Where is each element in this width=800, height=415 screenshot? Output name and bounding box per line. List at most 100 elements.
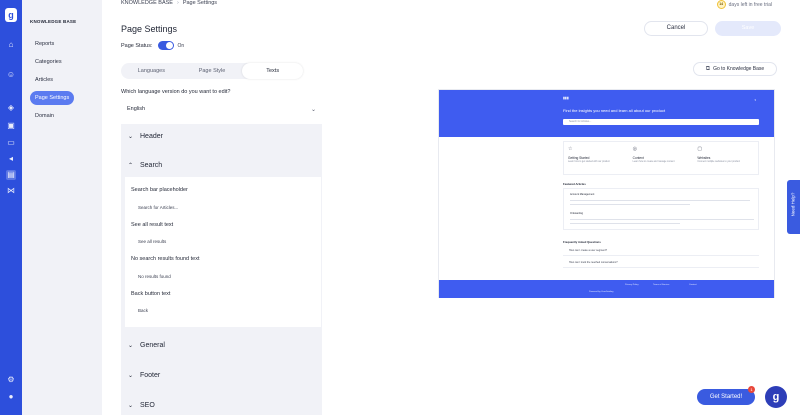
go-to-knowledge-base-button[interactable]: ⧉ Go to Knowledge Base (693, 62, 777, 76)
integrations-icon[interactable]: ⋈ (6, 186, 16, 196)
sidebar-item-reports[interactable]: Reports (30, 37, 59, 51)
preview-card: ▢ Websites Connect multiple websites to … (693, 142, 758, 174)
preview-faq-question: How can I create a user segment? (569, 249, 608, 252)
chevron-down-icon: ⌄ (128, 372, 134, 379)
see-all-label: See all result text (131, 222, 174, 228)
get-started-button[interactable]: Get Started! (697, 389, 755, 405)
back-button-input[interactable]: Back (138, 308, 148, 313)
no-results-input[interactable]: No results found (138, 274, 171, 279)
chevron-up-icon: ⌃ (128, 162, 134, 169)
preview-text-line (570, 219, 754, 220)
preview-card-desc: Learn how to get started with our produc… (568, 161, 610, 163)
preview-faq-item: How can I create a user segment? (563, 246, 759, 256)
preview-footer: Privacy Policy Terms of Service Contact … (439, 280, 774, 298)
user-icon[interactable]: ☺ (6, 70, 16, 80)
breadcrumb-root[interactable]: KNOWLEDGE BASE (121, 0, 173, 6)
section-footer-title: Footer (140, 371, 161, 379)
announcement-icon[interactable]: ◂ (6, 154, 16, 164)
sidebar-item-categories[interactable]: Categories (30, 55, 67, 69)
breadcrumb-separator: › (176, 0, 179, 6)
preview-featured-title: Featured Articles (563, 182, 586, 186)
tab-page-style[interactable]: Page Style (182, 63, 243, 79)
preview-search-bar: Search for Articles... (563, 119, 759, 125)
preview-featured-articles: Account Management Onboarding (563, 188, 759, 230)
assistant-launcher-icon[interactable]: g (765, 386, 787, 408)
preview-card-desc: Learn how to create and manage content (632, 161, 675, 163)
icon-rail: g ⌂ ☺ ◈ ▣ ▭ ◂ ▤ ⋈ ⚙ ● (0, 0, 22, 415)
layout-icon[interactable]: ▣ (6, 121, 16, 131)
text-sections-panel: ⌄ Header ⌃ Search Search bar placeholder… (121, 124, 322, 415)
section-footer[interactable]: ⌄ Footer (121, 363, 322, 387)
search-placeholder-input[interactable]: Search for Articles... (138, 205, 178, 210)
section-header[interactable]: ⌄ Header (121, 124, 322, 148)
preview-faq-item: How can I track the reached conversation… (563, 258, 759, 268)
settings-gear-icon[interactable]: ⚙ (6, 375, 16, 385)
guide-icon[interactable]: ◈ (6, 103, 16, 113)
language-select[interactable]: English ⌄ (121, 101, 322, 117)
preview-footer-link: Contact (689, 284, 697, 286)
breadcrumb-current: Page Settings (182, 0, 218, 6)
preview-category-cards: ☆ Getting Started Learn how to get start… (563, 141, 759, 175)
preview-faq-title: Frequently Asked Questions (563, 240, 601, 244)
preview-card: ☆ Getting Started Learn how to get start… (564, 142, 629, 174)
see-all-input[interactable]: See all results (138, 239, 166, 244)
preview-language-select: ▾ (754, 98, 756, 102)
section-general-title: General (140, 341, 165, 349)
section-search[interactable]: ⌃ Search (121, 153, 322, 177)
trial-indicator[interactable]: 14 days left in free trial (716, 0, 772, 9)
search-section-body: Search bar placeholder Search for Articl… (125, 177, 321, 327)
preview-card-title: Content (632, 156, 644, 160)
language-select-value: English (127, 106, 146, 112)
page-status-label: Page Status: (121, 42, 153, 49)
search-placeholder-label: Search bar placeholder (131, 187, 188, 193)
preview-card-title: Websites (697, 156, 711, 160)
page-title: Page Settings (121, 24, 178, 34)
section-search-title: Search (140, 161, 163, 169)
app-logo-icon[interactable]: g (5, 8, 17, 22)
sidebar-title: KNOWLEDGE BASE (30, 19, 77, 24)
chevron-down-icon: ⌄ (128, 402, 134, 409)
go-to-knowledge-base-label: Go to Knowledge Base (713, 66, 765, 72)
preview-footer-link: Privacy Policy (625, 284, 639, 286)
need-help-tab[interactable]: Need Help? (787, 180, 800, 234)
toggle-knob (165, 42, 173, 49)
tab-languages[interactable]: Languages (121, 63, 182, 79)
preview-powered-by: Powered by UserGuiding (589, 291, 614, 293)
document-icon: ▢ (697, 146, 703, 152)
section-seo-title: SEO (140, 401, 155, 409)
trial-days-badge: 14 (716, 0, 726, 9)
chevron-down-icon: ⌄ (310, 106, 316, 113)
preview-hero: ▮▮▮ ▾ Find the insights you need and lea… (439, 90, 774, 137)
profile-icon[interactable]: ● (6, 392, 16, 402)
preview-article-title: Onboarding (570, 212, 584, 215)
sidebar-item-articles[interactable]: Articles (30, 73, 58, 87)
main-content: KNOWLEDGE BASE › Page Settings 14 days lef… (102, 0, 800, 415)
preview-card: ◎ Content Learn how to create and manage… (629, 142, 694, 174)
star-icon: ☆ (568, 146, 573, 152)
knowledge-base-preview: ▮▮▮ ▾ Find the insights you need and lea… (438, 89, 775, 298)
save-button[interactable]: Save (715, 21, 781, 36)
section-general[interactable]: ⌄ General (121, 333, 322, 357)
trial-text: days left in free trial (728, 1, 772, 8)
knowledge-base-icon[interactable]: ▤ (6, 170, 16, 180)
page-status-toggle[interactable] (157, 41, 174, 50)
message-icon[interactable]: ▭ (6, 138, 16, 148)
sidebar-item-domain[interactable]: Domain (30, 109, 59, 123)
preview-card-title: Getting Started (568, 156, 590, 160)
tab-texts[interactable]: Texts (242, 63, 304, 79)
no-results-label: No search results found text (131, 256, 200, 262)
sidebar-item-page-settings[interactable]: Page Settings (30, 91, 75, 105)
home-icon[interactable]: ⌂ (6, 40, 16, 50)
section-seo[interactable]: ⌄ SEO (121, 393, 322, 415)
page-status-value: On (177, 42, 185, 49)
back-button-label: Back button text (131, 291, 171, 297)
preview-text-line (570, 200, 750, 201)
preview-text-line (570, 223, 680, 224)
preview-footer-link: Terms of Service (653, 284, 670, 286)
settings-tabs: Languages Page Style Texts (121, 63, 304, 79)
preview-card-desc: Connect multiple websites to your produc… (697, 161, 740, 163)
sidebar: KNOWLEDGE BASE Reports Categories Articl… (22, 0, 102, 415)
cancel-button[interactable]: Cancel (644, 21, 708, 36)
notification-badge: 1 (748, 386, 755, 393)
chevron-down-icon: ⌄ (128, 342, 134, 349)
